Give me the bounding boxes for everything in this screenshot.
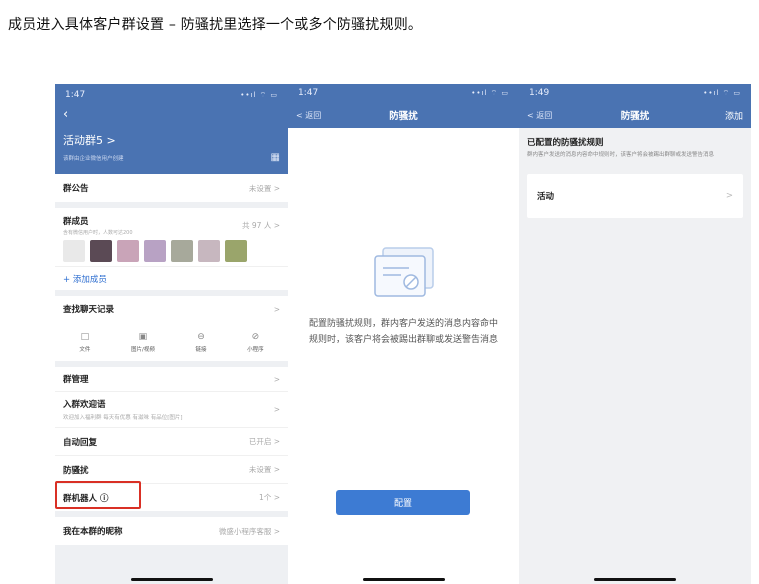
home-indicator	[594, 578, 676, 581]
auto-reply-row[interactable]: 自动回复 已开启 >	[55, 427, 288, 455]
status-icons: ••ıl ⌔ ▭	[471, 88, 509, 97]
announcement-label: 群公告	[63, 184, 89, 194]
status-time: 1:47	[65, 90, 86, 100]
tool-media[interactable]: ▣ 图片/视频	[131, 332, 155, 353]
nickname-row[interactable]: 我在本群的昵称 微盛小程序客服 >	[55, 517, 288, 545]
welcome-label: 入群欢迎语	[63, 400, 106, 410]
chevron-right-icon: >	[273, 405, 280, 414]
members-row[interactable]: 群成员 含有微信用户时，人数可达200 共 97 人 >	[55, 208, 288, 238]
members-sub: 含有微信用户时，人数可达200	[63, 229, 133, 236]
image-icon: ▣	[138, 332, 148, 342]
status-time: 1:49	[529, 88, 550, 98]
status-icons: ••ıl ⌔ ▭	[703, 88, 741, 97]
robot-value: 1个 >	[259, 493, 280, 502]
status-time: 1:47	[298, 88, 319, 98]
page-title: 防骚扰	[620, 111, 650, 122]
group-header: 1:47 ••ıl ⌔ ▭ ‹ 活动群5 > 该群由企业微信用户创建 ▦	[55, 84, 288, 174]
anti-harass-rules-screen: 1:49 ••ıl ⌔ ▭ < 返回 防骚扰 添加 已配置的防骚扰规则 群内客户…	[519, 84, 751, 584]
members-label: 群成员	[63, 216, 89, 227]
auto-reply-value: 已开启 >	[248, 437, 280, 446]
tool-links[interactable]: ⊖ 链接	[195, 332, 206, 353]
anti-harass-value: 未设置 >	[248, 465, 280, 474]
auto-reply-label: 自动回复	[63, 437, 98, 448]
status-bar: 1:47 ••ıl ⌔ ▭	[63, 90, 280, 100]
avatar[interactable]	[117, 240, 139, 262]
anti-harass-highlight	[55, 481, 141, 509]
back-button[interactable]: < 返回	[527, 110, 552, 121]
nickname-label: 我在本群的昵称	[63, 527, 123, 537]
member-avatars	[55, 238, 288, 266]
avatar[interactable]	[225, 240, 247, 262]
configured-rules-title: 已配置的防骚扰规则	[527, 138, 604, 148]
empty-document-icon	[373, 247, 434, 297]
caption: 成员进入具体客户群设置 – 防骚扰里选择一个或多个防骚扰规则。	[8, 17, 423, 33]
welcome-row[interactable]: 入群欢迎语 欢迎加入福利群 每天有优惠 有滋味 有品位[图片] >	[55, 391, 288, 427]
manage-label: 群管理	[63, 375, 89, 385]
empty-state: 配置防骚扰规则，群内客户发送的消息内容命中规则时，该客户将会被踢出群聊或发送警告…	[288, 244, 519, 348]
home-indicator	[130, 578, 213, 581]
avatar[interactable]	[144, 240, 166, 262]
nav-bar: < 返回 防骚扰 添加	[519, 102, 751, 128]
mini-program-icon: ⊘	[251, 332, 260, 342]
rule-label: 活动	[537, 192, 555, 202]
link-icon: ⊖	[197, 332, 205, 342]
status-bar: 1:47 ••ıl ⌔ ▭	[288, 84, 519, 102]
chevron-right-icon: >	[273, 304, 280, 314]
add-member-row[interactable]: + 添加成员	[55, 266, 288, 290]
group-name[interactable]: 活动群5 >	[63, 132, 280, 148]
add-member-button[interactable]: + 添加成员	[63, 273, 107, 285]
nickname-value: 微盛小程序客服 >	[218, 526, 280, 536]
announcement-row[interactable]: 群公告 未设置 >	[55, 174, 288, 202]
chevron-right-icon: >	[725, 191, 733, 201]
group-settings-screen: 1:47 ••ıl ⌔ ▭ ‹ 活动群5 > 该群由企业微信用户创建 ▦ 群公告…	[55, 84, 288, 584]
add-rule-button[interactable]: 添加	[725, 109, 743, 122]
find-chat-row[interactable]: 查找聊天记录 >	[55, 296, 288, 322]
rule-item[interactable]: 活动 >	[527, 174, 743, 218]
back-button[interactable]: < 返回	[296, 110, 321, 121]
avatar[interactable]	[198, 240, 220, 262]
nav-bar: < 返回 防骚扰	[288, 102, 519, 128]
page-title: 防骚扰	[389, 111, 418, 122]
tool-mini-program[interactable]: ⊘ 小程序	[247, 332, 264, 353]
chat-tools: □ 文件 ▣ 图片/视频 ⊖ 链接 ⊘ 小程序	[55, 322, 288, 361]
back-button[interactable]: ‹	[63, 108, 280, 122]
status-icons: ••ıl ⌔ ▭	[240, 90, 278, 99]
avatar[interactable]	[63, 240, 85, 262]
avatar[interactable]	[90, 240, 112, 262]
qr-code-icon[interactable]: ▦	[271, 152, 280, 163]
configured-rules-description: 群内客户发送的消息内容命中规则时，该客户将会被踢出群聊或发送警告消息	[527, 152, 715, 158]
configure-button[interactable]: 配置	[336, 490, 470, 515]
group-subtitle: 该群由企业微信用户创建	[63, 155, 124, 162]
tool-files[interactable]: □ 文件	[79, 332, 90, 353]
manage-row[interactable]: 群管理 >	[55, 367, 288, 391]
anti-harass-row[interactable]: 防骚扰 未设置 >	[55, 455, 288, 483]
anti-harass-empty-screen: 1:47 ••ıl ⌔ ▭ < 返回 防骚扰 配置防骚扰规则，群内客户发送的消息…	[288, 84, 519, 584]
home-indicator	[362, 578, 445, 581]
empty-description: 配置防骚扰规则，群内客户发送的消息内容命中规则时，该客户将会被踢出群聊或发送警告…	[308, 319, 498, 345]
find-chat-label: 查找聊天记录	[63, 305, 115, 315]
anti-harass-label: 防骚扰	[63, 465, 89, 476]
chevron-right-icon: >	[273, 374, 280, 384]
avatar[interactable]	[171, 240, 193, 262]
announcement-value: 未设置 >	[248, 183, 280, 193]
members-count: 共 97 人 >	[242, 220, 280, 230]
folder-icon: □	[80, 332, 90, 342]
welcome-sub: 欢迎加入福利群 每天有优惠 有滋味 有品位[图片]	[63, 415, 183, 421]
status-bar: 1:49 ••ıl ⌔ ▭	[519, 84, 751, 102]
